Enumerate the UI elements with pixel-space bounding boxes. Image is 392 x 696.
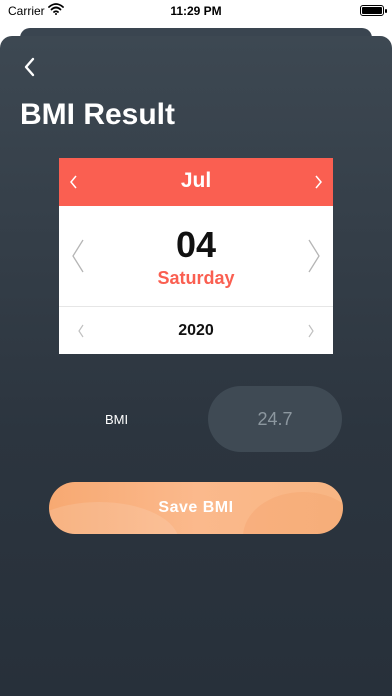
month-label: Jul bbox=[180, 169, 212, 192]
year-selector: 2020 bbox=[59, 308, 333, 354]
bmi-label: BMI bbox=[105, 412, 129, 427]
month-selector: Jul bbox=[59, 158, 333, 206]
date-picker: Jul 04 Saturday 2020 bbox=[59, 158, 333, 354]
save-bmi-button[interactable]: Save BMI bbox=[49, 482, 343, 534]
bmi-value: 24.7 bbox=[257, 408, 293, 429]
button-decoration bbox=[243, 492, 343, 534]
next-month-button[interactable] bbox=[314, 175, 323, 194]
day-selector: 04 Saturday bbox=[59, 206, 333, 307]
weekday-label: Saturday bbox=[157, 268, 235, 288]
chevron-left-icon bbox=[24, 57, 35, 77]
chevron-right-icon bbox=[308, 324, 314, 338]
page-title: BMI Result bbox=[20, 98, 176, 131]
bmi-result-sheet: BMI Result Jul 04 Saturday 2020 BMI 24.7… bbox=[0, 36, 392, 696]
back-button[interactable] bbox=[14, 52, 44, 82]
year-label: 2020 bbox=[178, 322, 214, 339]
chevron-right-icon bbox=[308, 239, 320, 273]
next-day-button[interactable] bbox=[307, 239, 321, 278]
status-bar: Carrier 11:29 PM bbox=[0, 0, 392, 22]
battery-level bbox=[362, 7, 382, 14]
day-number: 04 bbox=[175, 224, 217, 265]
chevron-right-icon bbox=[315, 175, 322, 189]
bmi-value-field: 24.7 bbox=[208, 386, 342, 452]
save-bmi-label: Save BMI bbox=[158, 499, 234, 516]
status-time: 11:29 PM bbox=[170, 4, 222, 18]
battery-icon bbox=[360, 5, 387, 16]
next-year-button[interactable] bbox=[307, 324, 315, 343]
